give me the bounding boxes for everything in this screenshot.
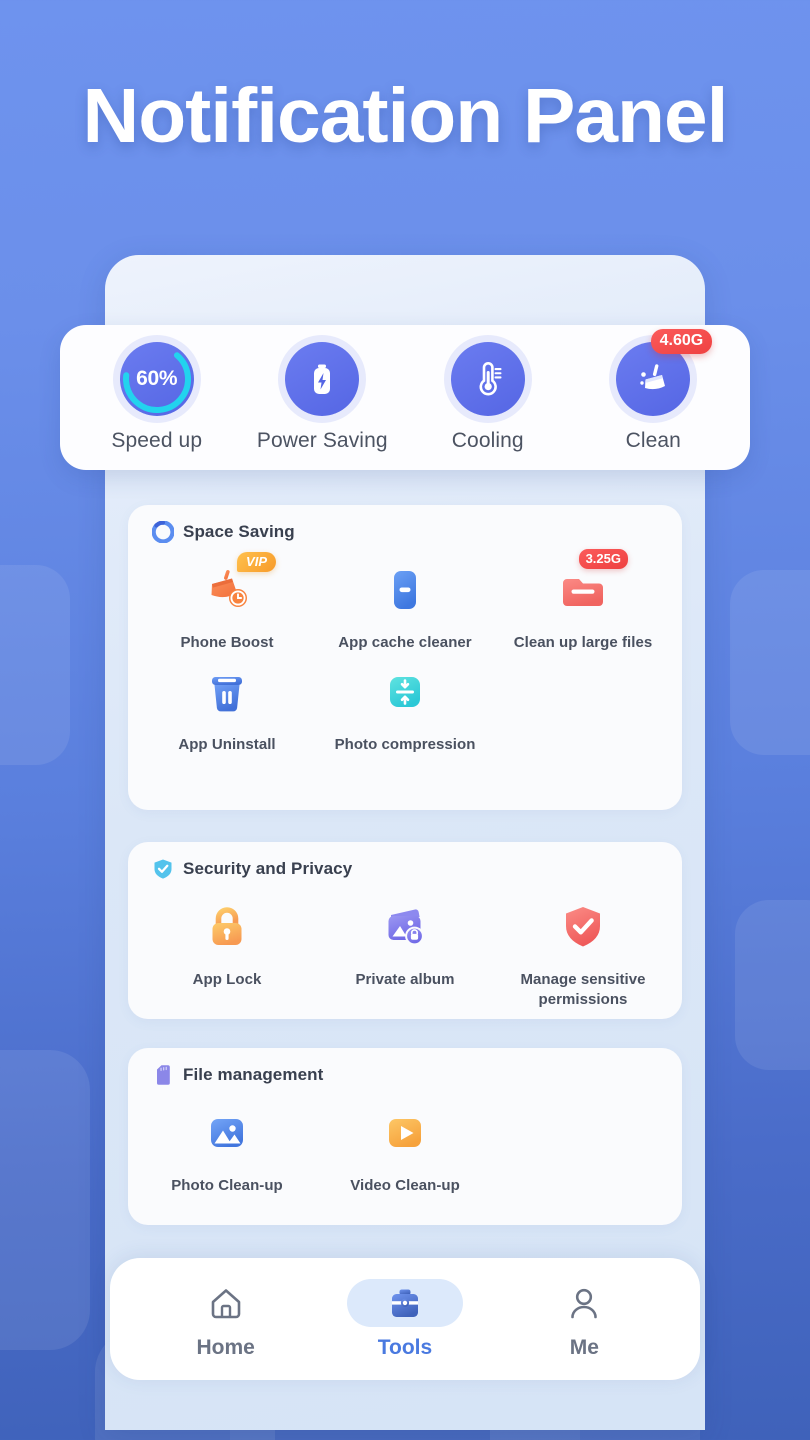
- toolbox-icon: [391, 1289, 418, 1317]
- tool-manage-sensitive-permissions[interactable]: Manage sensitive permissions: [494, 888, 672, 1010]
- quick-action-power-saving[interactable]: Power Saving: [247, 342, 397, 453]
- quick-action-label: Speed up: [111, 429, 203, 452]
- tool-label: Clean up large files: [513, 634, 653, 651]
- tool-private-album[interactable]: Private album: [316, 888, 494, 1010]
- tool-label: App cache cleaner: [338, 634, 472, 651]
- section-title: Security and Privacy: [183, 859, 353, 878]
- quick-actions-bar: 60% Speed up Power Saving Cooling 4.60G …: [60, 325, 750, 470]
- background-decoration: [0, 565, 70, 765]
- image-icon: [198, 1104, 256, 1162]
- clean-size-badge: 4.60G: [650, 329, 713, 354]
- quick-action-clean[interactable]: 4.60G Clean: [578, 329, 728, 453]
- refresh-circle-icon: [152, 521, 174, 543]
- section-header: Space Saving: [128, 505, 682, 543]
- tool-app-cache-cleaner[interactable]: App cache cleaner: [316, 551, 494, 653]
- section-title: File management: [183, 1065, 324, 1084]
- tool-app-lock[interactable]: App Lock: [138, 888, 316, 1010]
- active-tab-pill: [346, 1278, 463, 1327]
- photo-lock-icon: [376, 898, 434, 956]
- nav-item-home[interactable]: Home: [151, 1279, 301, 1360]
- nav-label: Tools: [377, 1335, 433, 1359]
- padlock-icon: [198, 898, 256, 956]
- background-decoration: [730, 570, 810, 755]
- background-decoration: [735, 900, 810, 1070]
- compress-arrows-icon: [376, 663, 434, 721]
- background-decoration: [0, 1050, 90, 1350]
- section-card-security-privacy: Security and Privacy App Lock Private al…: [128, 842, 682, 1019]
- quick-action-label: Power Saving: [256, 429, 388, 452]
- house-icon: [211, 1288, 240, 1318]
- vip-badge: VIP: [237, 552, 276, 572]
- nav-label: Home: [196, 1335, 255, 1359]
- speed-percent-value: 60%: [136, 367, 178, 390]
- tool-video-clean-up[interactable]: Video Clean-up: [316, 1094, 494, 1196]
- play-button-icon: [376, 1104, 434, 1162]
- tool-photo-compression[interactable]: Photo compression: [316, 653, 494, 755]
- nav-item-tools[interactable]: Tools: [330, 1278, 480, 1360]
- tool-label: Phone Boost: [180, 634, 274, 651]
- thermometer-icon: [450, 342, 525, 416]
- trash-can-icon: [198, 663, 256, 721]
- folder-minus-icon: 3.25G: [554, 549, 628, 619]
- tool-label: Photo Clean-up: [171, 1177, 283, 1194]
- quick-action-label: Cooling: [451, 429, 524, 452]
- section-card-file-management: File management Photo Clean-up Video Cle…: [128, 1048, 682, 1225]
- quick-action-cooling[interactable]: Cooling: [413, 342, 563, 453]
- tool-label: Manage sensitive permissions: [520, 971, 646, 1008]
- bottom-navigation-bar: Home Tools Me: [110, 1258, 700, 1380]
- broom-clock-icon: VIP: [198, 552, 276, 619]
- tool-label: Private album: [355, 971, 455, 988]
- shield-check-icon: [154, 859, 172, 879]
- tool-label: App Uninstall: [178, 735, 276, 753]
- shield-check-red-icon: [554, 898, 612, 956]
- battery-bolt-icon: [285, 342, 360, 416]
- section-header: Security and Privacy: [128, 842, 682, 880]
- tool-label: Photo compression: [334, 735, 476, 753]
- speedometer-percent-icon: 60%: [119, 342, 194, 416]
- page-title: Notification Panel: [82, 73, 729, 159]
- nav-item-me[interactable]: Me: [509, 1279, 659, 1360]
- person-icon: [571, 1288, 598, 1318]
- tool-app-uninstall[interactable]: App Uninstall: [138, 653, 316, 755]
- tool-label: Video Clean-up: [350, 1177, 460, 1194]
- quick-action-speed-up[interactable]: 60% Speed up: [82, 342, 232, 453]
- nav-label: Me: [569, 1335, 599, 1359]
- quick-action-label: Clean: [625, 429, 681, 452]
- tool-clean-up-large-files[interactable]: 3.25G Clean up large files: [494, 549, 672, 653]
- large-files-size-badge: 3.25G: [578, 549, 628, 569]
- section-header: File management: [128, 1048, 682, 1086]
- app-cache-icon: [376, 561, 434, 619]
- tool-phone-boost[interactable]: VIP Phone Boost: [138, 551, 316, 653]
- section-title: Space Saving: [183, 522, 295, 541]
- tool-label: App Lock: [192, 971, 262, 988]
- tool-photo-clean-up[interactable]: Photo Clean-up: [138, 1094, 316, 1196]
- sd-card-icon: [157, 1065, 170, 1085]
- section-card-space-saving: Space Saving VIP Phone Boost App cache c…: [128, 505, 682, 810]
